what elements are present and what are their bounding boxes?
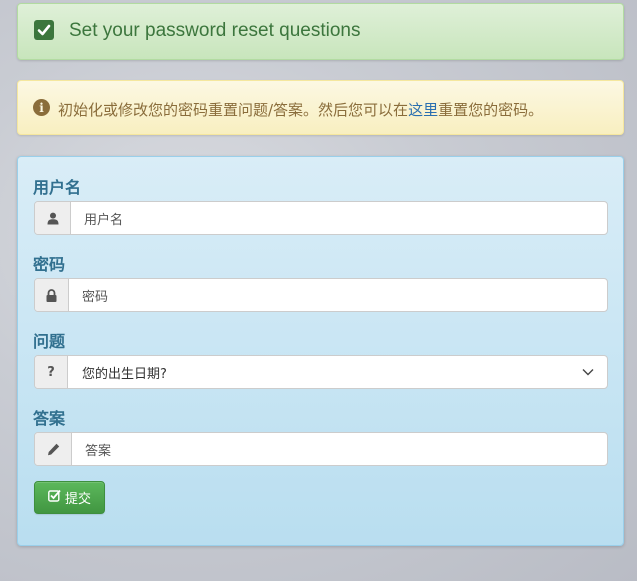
reset-questions-form: 用户名 用户名 密码 密码 问题 ? 您的出生日期? 答案 答案 提交: [17, 156, 624, 546]
password-label: 密码: [33, 255, 66, 274]
question-label: 问题: [33, 332, 66, 351]
question-icon: ?: [35, 356, 68, 388]
info-panel: i 初始化或修改您的密码重置问题/答案。然后您可以在这里重置您的密码。: [17, 80, 624, 135]
user-icon: [35, 202, 71, 234]
username-input[interactable]: 用户名: [71, 202, 607, 234]
page-title: Set your password reset questions: [69, 20, 361, 41]
submit-label: 提交: [64, 492, 91, 507]
check-square-o-icon: [48, 489, 61, 506]
info-text-before: 初始化或修改您的密码重置问题/答案。然后您可以在: [58, 101, 409, 119]
info-text-after: 重置您的密码。: [438, 101, 544, 119]
info-message: 初始化或修改您的密码重置问题/答案。然后您可以在这里重置您的密码。: [58, 99, 543, 120]
password-input[interactable]: 密码: [69, 279, 607, 311]
answer-field[interactable]: 答案: [34, 432, 608, 466]
question-selected-value[interactable]: 您的出生日期?: [68, 356, 569, 388]
question-select[interactable]: ? 您的出生日期?: [34, 355, 608, 389]
reset-password-link[interactable]: 这里: [408, 101, 438, 119]
username-label: 用户名: [33, 178, 82, 197]
chevron-down-icon[interactable]: [569, 356, 607, 388]
password-field[interactable]: 密码: [34, 278, 608, 312]
info-circle-icon: i: [33, 99, 50, 116]
answer-label: 答案: [33, 409, 66, 428]
username-field[interactable]: 用户名: [34, 201, 608, 235]
lock-icon: [35, 279, 69, 311]
check-square-icon: [34, 20, 54, 40]
pencil-icon: [35, 433, 72, 465]
submit-button[interactable]: 提交: [34, 481, 105, 514]
header-panel: Set your password reset questions: [17, 3, 624, 60]
answer-input[interactable]: 答案: [72, 433, 607, 465]
